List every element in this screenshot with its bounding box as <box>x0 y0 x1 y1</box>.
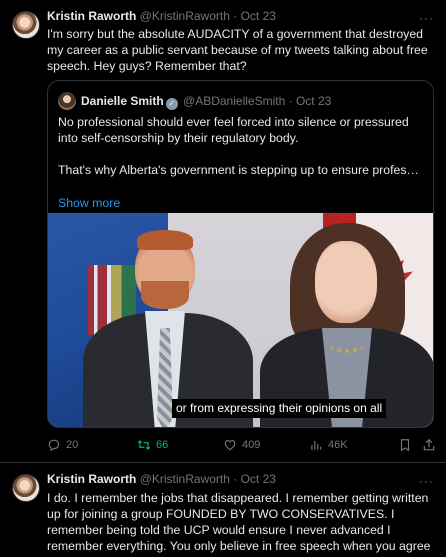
verified-badge-icon: ✓ <box>165 98 178 110</box>
tweet-text: I do. I remember the jobs that disappear… <box>47 491 431 557</box>
avatar[interactable] <box>12 11 40 39</box>
bookmark-button[interactable] <box>398 438 412 452</box>
quoted-header: Danielle Smith ✓ @ABDanielleSmith · Oct 2… <box>81 94 331 110</box>
more-icon[interactable]: ··· <box>419 474 434 488</box>
reply-button[interactable]: 20 <box>47 438 78 452</box>
bookmark-icon <box>400 439 410 452</box>
person-right <box>260 223 433 427</box>
share-button[interactable] <box>422 438 436 452</box>
quoted-author-name[interactable]: Danielle Smith <box>81 94 164 108</box>
quoted-author-handle[interactable]: @ABDanielleSmith <box>183 94 285 108</box>
reply-icon <box>48 439 60 452</box>
tweet-date[interactable]: Oct 23 <box>241 472 276 486</box>
views-chart-icon <box>311 440 322 450</box>
views-button[interactable]: 46K <box>309 438 348 452</box>
face <box>315 241 377 323</box>
author-name[interactable]: Kristin Raworth <box>47 9 136 23</box>
quoted-date[interactable]: Oct 23 <box>296 94 331 108</box>
share-icon <box>423 438 435 451</box>
retweet-count: 66 <box>156 439 169 451</box>
tweet-header: Kristin Raworth @KristinRaworth · Oct 23 <box>47 472 276 486</box>
separator: · <box>233 9 238 23</box>
hair <box>137 230 193 250</box>
video-caption: or from expressing their opinions on all <box>172 399 387 418</box>
tweet-header: Kristin Raworth @KristinRaworth · Oct 23 <box>47 9 276 23</box>
author-handle[interactable]: @KristinRaworth <box>140 472 230 486</box>
quoted-tweet[interactable]: Danielle Smith ✓ @ABDanielleSmith · Oct 2… <box>47 80 434 428</box>
retweet-icon <box>137 440 151 450</box>
separator: · <box>288 94 293 108</box>
beard <box>141 281 189 309</box>
quoted-paragraph: That's why Alberta's government is stepp… <box>58 163 423 177</box>
tweet[interactable]: Kristin Raworth @KristinRaworth · Oct 23… <box>0 0 446 462</box>
retweet-button[interactable]: 66 <box>137 438 168 452</box>
quoted-paragraph: No professional should ever feel forced … <box>58 115 409 145</box>
tweet[interactable]: Kristin Raworth @KristinRaworth · Oct 23… <box>0 462 446 557</box>
author-handle[interactable]: @KristinRaworth <box>140 9 230 23</box>
show-more-link[interactable]: Show more <box>58 196 120 210</box>
like-count: 409 <box>242 439 261 451</box>
tweet-date[interactable]: Oct 23 <box>241 9 276 23</box>
tweet-text: I'm sorry but the absolute AUDACITY of a… <box>47 27 428 73</box>
like-button[interactable]: 409 <box>223 438 260 452</box>
author-name[interactable]: Kristin Raworth <box>47 472 136 486</box>
more-icon[interactable]: ··· <box>419 11 434 25</box>
views-count: 46K <box>328 439 348 451</box>
necklace <box>328 333 366 353</box>
reply-count: 20 <box>66 439 79 451</box>
separator: · <box>233 472 238 486</box>
video-player[interactable]: or from expressing their opinions on all <box>48 213 433 427</box>
heart-icon <box>224 440 236 451</box>
avatar[interactable] <box>12 474 40 502</box>
action-bar: 20 66 409 46K <box>47 438 437 456</box>
quoted-avatar[interactable] <box>58 92 76 110</box>
quoted-text: No professional should ever feel forced … <box>58 114 423 178</box>
